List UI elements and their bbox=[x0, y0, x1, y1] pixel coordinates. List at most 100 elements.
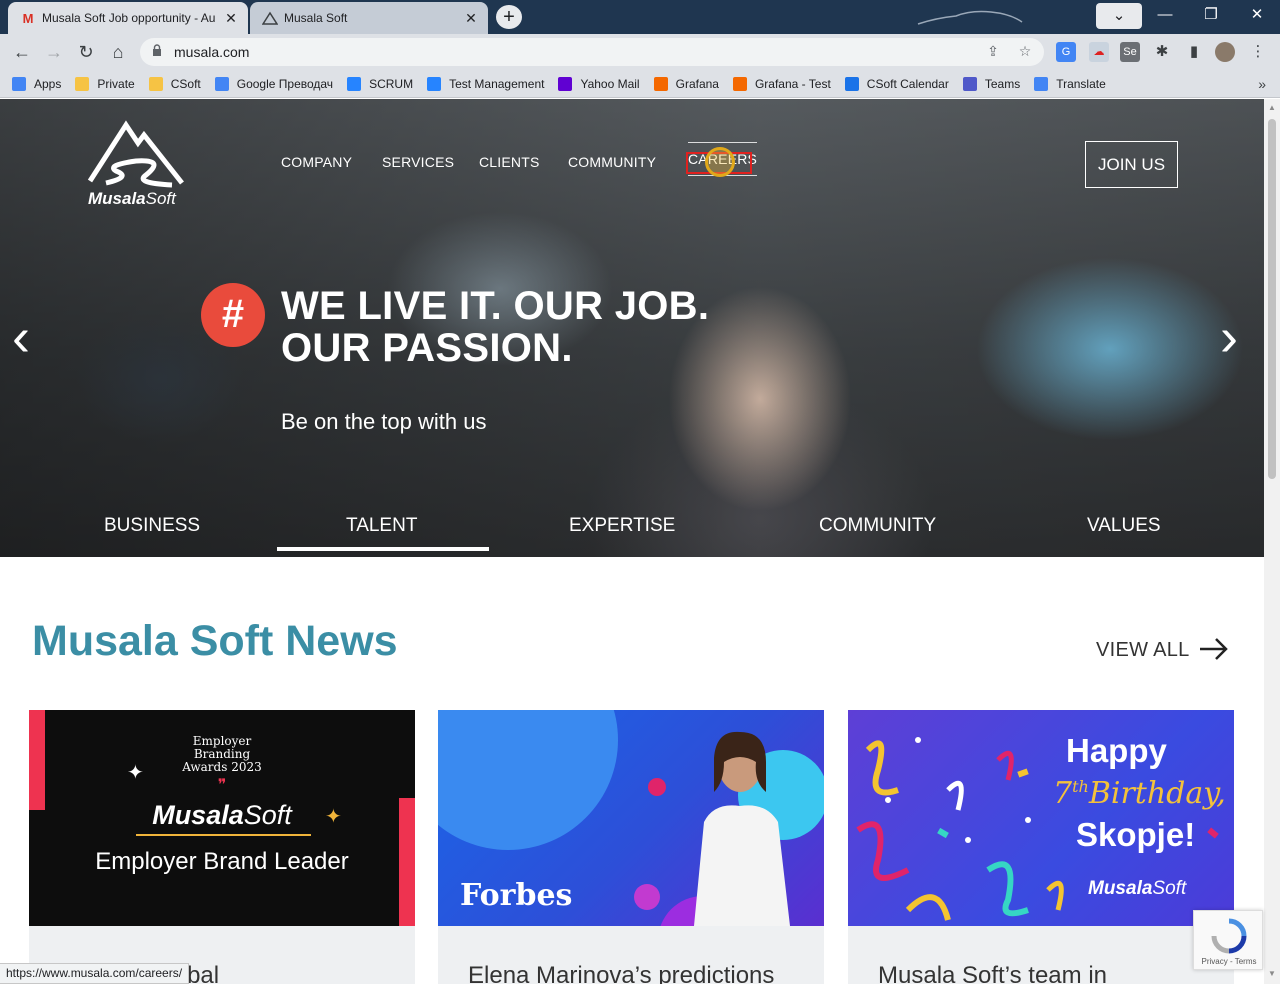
bookmark-label: CSoft bbox=[170, 76, 201, 91]
nav-clients[interactable]: CLIENTS bbox=[479, 154, 540, 170]
news-card-title[interactable]: Elena Marinova’s predictions bbox=[468, 962, 774, 984]
bookmark-item[interactable]: Translate bbox=[1034, 76, 1106, 91]
recaptcha-badge[interactable]: Privacy - Terms bbox=[1193, 910, 1263, 970]
close-window-button[interactable]: ✕ bbox=[1234, 0, 1280, 32]
share-icon[interactable]: ⇪ bbox=[984, 43, 1002, 61]
bookmarks-overflow-icon[interactable]: » bbox=[1258, 76, 1266, 92]
bookmark-label: Apps bbox=[34, 76, 62, 91]
grafana-icon bbox=[653, 76, 668, 91]
musala-mountain-icon bbox=[262, 10, 278, 26]
nav-community[interactable]: COMMUNITY bbox=[568, 154, 656, 170]
tab-search-icon[interactable]: ⌄ bbox=[1096, 3, 1142, 29]
news-card-title[interactable]: Musala Soft’s team in bbox=[878, 962, 1107, 984]
card-subtitle: Employer Brand Leader bbox=[95, 848, 349, 875]
bookmark-label: CSoft Calendar bbox=[866, 76, 949, 91]
back-icon[interactable]: ← bbox=[10, 40, 34, 64]
folder-icon bbox=[148, 76, 163, 91]
tab-title: Musala Soft bbox=[284, 11, 348, 25]
folder-icon bbox=[75, 76, 90, 91]
vertical-scrollbar[interactable]: ▲ ▼ bbox=[1264, 99, 1280, 984]
teams-icon bbox=[962, 76, 977, 91]
active-slide-indicator bbox=[277, 547, 489, 551]
close-tab-icon[interactable]: ✕ bbox=[220, 10, 242, 27]
home-icon[interactable]: ⌂ bbox=[106, 40, 130, 64]
weather-extension-icon[interactable]: ☁ bbox=[1089, 42, 1109, 62]
bookmark-star-icon[interactable]: ☆ bbox=[1016, 43, 1034, 61]
new-tab-button[interactable]: + bbox=[496, 5, 522, 29]
news-card-image[interactable]: Happy 7thBirthday, Skopje! MusalaSoft bbox=[848, 710, 1234, 926]
scroll-down-icon[interactable]: ▼ bbox=[1268, 969, 1276, 978]
slide-tab-community[interactable]: COMMUNITY bbox=[819, 515, 936, 537]
scrollbar-thumb[interactable] bbox=[1268, 119, 1276, 479]
calendar-icon bbox=[844, 76, 859, 91]
status-url: https://www.musala.com/careers/ bbox=[0, 963, 190, 984]
bookmark-item[interactable]: Test Management bbox=[427, 76, 544, 91]
close-tab-icon[interactable]: ✕ bbox=[460, 10, 482, 27]
bookmark-item[interactable]: Teams bbox=[962, 76, 1021, 91]
carousel-next-icon[interactable]: › bbox=[1220, 307, 1238, 367]
lock-icon bbox=[152, 44, 168, 60]
nav-services[interactable]: SERVICES bbox=[382, 154, 454, 170]
recaptcha-links[interactable]: Privacy - Terms bbox=[1194, 957, 1264, 966]
tab-title: Musala Soft Job opportunity - Au bbox=[42, 11, 216, 25]
view-all-link[interactable]: VIEW ALL bbox=[1096, 639, 1190, 662]
join-us-button[interactable]: JOIN US bbox=[1085, 141, 1178, 188]
bookmark-item[interactable]: Yahoo Mail bbox=[558, 76, 640, 91]
arrow-right-icon[interactable] bbox=[1198, 634, 1230, 664]
bookmark-item[interactable]: Apps bbox=[12, 76, 62, 91]
nav-company[interactable]: COMPANY bbox=[281, 154, 352, 170]
bookmark-item[interactable]: Grafana - Test bbox=[732, 76, 831, 91]
translate-icon bbox=[1034, 76, 1049, 91]
jira-icon bbox=[427, 76, 442, 91]
news-card[interactable]: Forbes Elena Marinova’s predictions bbox=[438, 710, 824, 984]
bookmark-item[interactable]: CSoft Calendar bbox=[844, 76, 949, 91]
car-theme-icon bbox=[917, 10, 1023, 25]
bookmark-item[interactable]: CSoft bbox=[148, 76, 201, 91]
reload-icon[interactable]: ↻ bbox=[74, 40, 98, 64]
bookmark-item[interactable]: Private bbox=[75, 76, 135, 91]
apps-grid-icon bbox=[12, 76, 26, 91]
selenium-extension-icon[interactable]: Se bbox=[1120, 42, 1140, 62]
carousel-prev-icon[interactable]: ‹ bbox=[12, 307, 30, 367]
news-heading: Musala Soft News bbox=[32, 617, 398, 665]
menu-kebab-icon[interactable]: ⋮ bbox=[1248, 42, 1268, 62]
bookmark-label: Google Преводач bbox=[236, 76, 334, 91]
scroll-up-icon[interactable]: ▲ bbox=[1268, 103, 1276, 112]
slide-tab-values[interactable]: VALUES bbox=[1087, 515, 1161, 537]
side-panel-icon[interactable]: ▮ bbox=[1184, 42, 1204, 62]
cursor-highlight bbox=[705, 147, 735, 177]
card-skopje-text: Skopje! bbox=[1076, 816, 1196, 853]
extensions-puzzle-icon[interactable]: ✱ bbox=[1152, 42, 1172, 62]
bookmark-label: SCRUM bbox=[369, 76, 414, 91]
bookmark-label: Grafana bbox=[675, 76, 719, 91]
restore-button[interactable]: ❐ bbox=[1188, 0, 1234, 32]
bookmark-item[interactable]: Google Преводач bbox=[214, 76, 334, 91]
tab-gmail[interactable]: M Musala Soft Job opportunity - Au ✕ bbox=[8, 2, 248, 34]
person-photo bbox=[694, 731, 790, 926]
slide-tab-expertise[interactable]: EXPERTISE bbox=[569, 515, 675, 537]
card-birthday-text: 7thBirthday, bbox=[1053, 776, 1226, 811]
bookmark-label: Teams bbox=[984, 76, 1021, 91]
bookmark-item[interactable]: SCRUM bbox=[347, 76, 414, 91]
browser-toolbar: ← → ↻ ⌂ musala.com ⇪ ☆ G ☁ Se ✱ ▮ ⋮ bbox=[0, 34, 1280, 70]
slide-tab-business[interactable]: BUSINESS bbox=[104, 515, 200, 537]
news-card[interactable]: Happy 7thBirthday, Skopje! MusalaSoft Mu… bbox=[848, 710, 1234, 984]
slide-tab-talent[interactable]: TALENT bbox=[346, 515, 417, 537]
hero-headline: WE LIVE IT. OUR JOB. OUR PASSION. bbox=[281, 284, 710, 370]
bookmark-item[interactable]: Grafana bbox=[653, 76, 719, 91]
quote-icon: ❞ bbox=[217, 775, 227, 794]
address-bar[interactable]: musala.com ⇪ ☆ bbox=[140, 38, 1044, 66]
sparkle-icon: ✦ bbox=[127, 762, 144, 784]
url-text: musala.com bbox=[174, 44, 250, 60]
forward-icon[interactable]: → bbox=[42, 40, 66, 64]
hero-banner: MusalaSoft COMPANY SERVICES CLIENTS COMM… bbox=[0, 99, 1264, 557]
minimize-button[interactable]: — bbox=[1142, 0, 1188, 32]
translate-extension-icon[interactable]: G bbox=[1056, 42, 1076, 62]
news-card[interactable]: Employer Branding Awards 2023 ❞ MusalaSo… bbox=[29, 710, 415, 984]
logo-wordmark[interactable]: MusalaSoft bbox=[88, 189, 176, 209]
tab-musala[interactable]: Musala Soft ✕ bbox=[250, 2, 488, 34]
hashtag-badge: # bbox=[201, 283, 265, 347]
news-card-image[interactable]: Forbes bbox=[438, 710, 824, 926]
avatar[interactable] bbox=[1215, 42, 1235, 62]
news-card-image[interactable]: Employer Branding Awards 2023 ❞ MusalaSo… bbox=[29, 710, 415, 926]
